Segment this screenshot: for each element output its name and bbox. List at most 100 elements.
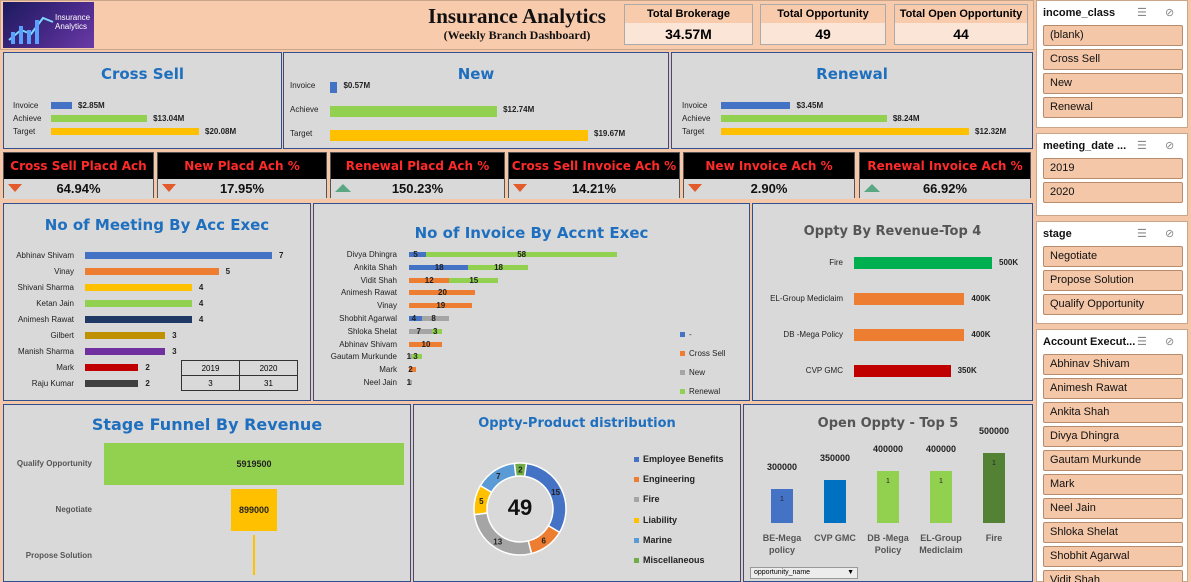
legend-item: Fire <box>634 494 660 504</box>
bar <box>854 365 951 377</box>
kpi-card: Cross Sell Invoice Ach % 14.21% <box>508 152 680 199</box>
bar-value: $19.67M <box>594 129 626 138</box>
slicer-item[interactable]: Ankita Shah <box>1043 402 1183 423</box>
segment-value: 15 <box>469 275 479 285</box>
slice-value: 6 <box>542 537 547 546</box>
slicer-item[interactable]: Gautam Murkunde <box>1043 450 1183 471</box>
funnel-panel: Stage Funnel By Revenue Qualify Opportun… <box>3 404 411 582</box>
slicer: stage ☰ ⊘ Negotiate Propose Solution Qualify … <box>1036 221 1188 324</box>
cross-sell-title: Cross Sell <box>100 65 185 83</box>
opportunity-name-filter[interactable]: opportunity_name ▼ <box>750 567 858 579</box>
legend-swatch <box>634 517 639 523</box>
kpi-value: 14.21% <box>509 179 679 199</box>
bar-value: 400K <box>971 330 991 339</box>
legend-label: Renewal <box>689 387 721 396</box>
invoices-panel: No of Invoice By Accnt Exec Divya Dhingr… <box>313 203 750 401</box>
bar <box>854 293 965 305</box>
slicer-item[interactable]: Propose Solution <box>1043 270 1183 291</box>
bar-label: DB -Mega Policy <box>783 330 843 339</box>
slicer-item[interactable]: 2019 <box>1043 158 1183 179</box>
year-cell: 2020 <box>239 360 298 376</box>
bar-value: $12.32M <box>975 127 1007 136</box>
bar-value: $0.57M <box>343 81 371 90</box>
slicer-item[interactable]: Renewal <box>1043 97 1183 118</box>
slicer-item[interactable]: 2020 <box>1043 182 1183 203</box>
legend-item: Liability <box>634 515 677 525</box>
bar-label: Target <box>13 127 36 136</box>
legend-swatch <box>634 457 639 462</box>
slicer-item[interactable]: Vidit Shah <box>1043 570 1183 582</box>
funnel-stage-label: Propose Solution <box>25 551 92 560</box>
card-label: Total Opportunity <box>761 5 885 23</box>
bar <box>854 329 965 341</box>
renewal-title: Renewal <box>816 65 888 83</box>
cross-sell-panel: Cross Sell Invoice $2.85M Achieve $13.04M Ta… <box>3 52 282 149</box>
slicer-item[interactable]: Abhinav Shivam <box>1043 354 1183 375</box>
top4-title: Oppty By Revenue-Top 4 <box>803 224 982 239</box>
multi-select-icon[interactable]: ☰ <box>1137 6 1147 19</box>
slicer-item[interactable]: Neel Jain <box>1043 498 1183 519</box>
bar <box>51 102 72 109</box>
slicer-item[interactable]: (blank) <box>1043 25 1183 46</box>
slice-value: 2 <box>518 466 523 475</box>
bar-count: 1 <box>780 496 784 503</box>
legend-item: - <box>680 330 692 339</box>
bar <box>721 115 887 122</box>
clear-filter-icon[interactable]: ⊘ <box>1165 139 1174 152</box>
bar <box>771 489 793 523</box>
slicer-title: income_class <box>1043 7 1116 19</box>
kpi-value: 64.94% <box>4 179 153 199</box>
slicer-item[interactable]: Qualify Opportunity <box>1043 294 1183 315</box>
bar-label: Ketan Jain <box>36 299 74 308</box>
clear-filter-icon[interactable]: ⊘ <box>1165 227 1174 240</box>
bar-value: $13.04M <box>153 114 185 123</box>
clear-filter-icon[interactable]: ⊘ <box>1165 335 1174 348</box>
bar <box>330 130 588 141</box>
bar-value: $20.08M <box>205 127 237 136</box>
segment-value: 2 <box>408 365 413 375</box>
slicer-item[interactable]: Cross Sell <box>1043 49 1183 70</box>
category-label: BE-Mega policy <box>762 533 802 555</box>
slicer-item[interactable]: Negotiate <box>1043 246 1183 267</box>
open-top5-panel: Open Oppty - Top 5 300000 1 BE-Mega policy… <box>743 404 1033 582</box>
segment-value: 3 <box>413 352 418 362</box>
slicer: meeting_date ... ☰ ⊘ 2019 2020 <box>1036 133 1188 216</box>
slicer-item[interactable]: Shobhit Agarwal <box>1043 546 1183 567</box>
legend-item: Renewal <box>680 387 720 396</box>
segment-value: 12 <box>424 275 434 285</box>
legend-label: - <box>689 330 692 339</box>
slicer-item[interactable]: Mark <box>1043 474 1183 495</box>
multi-select-icon[interactable]: ☰ <box>1137 139 1147 152</box>
bar-value: 4 <box>198 299 204 308</box>
bar <box>51 128 199 135</box>
multi-select-icon[interactable]: ☰ <box>1137 227 1147 240</box>
segment-value: 19 <box>436 301 446 311</box>
slicer-item[interactable]: Divya Dhingra <box>1043 426 1183 447</box>
page-title: Insurance Analytics <box>428 4 606 28</box>
legend-swatch <box>680 389 685 394</box>
bar-value: 350000 <box>819 453 851 463</box>
bar-label: Vidit Shah <box>360 275 397 285</box>
kpi-card: Renewal Invoice Ach % 66.92% <box>859 152 1031 199</box>
bar-value: 3 <box>172 331 177 340</box>
slicer: income_class ☰ ⊘ (blank) Cross Sell New Renewa… <box>1036 0 1188 128</box>
bar-value: 300000 <box>766 462 798 472</box>
segment-value: 5 <box>413 250 418 259</box>
slicer-item[interactable]: New <box>1043 73 1183 94</box>
bar <box>85 380 139 387</box>
trend-down-icon <box>688 184 702 192</box>
multi-select-icon[interactable]: ☰ <box>1137 335 1147 348</box>
slicer-item[interactable]: Animesh Rawat <box>1043 378 1183 399</box>
slicer-item[interactable]: Shloka Shelat <box>1043 522 1183 543</box>
bar-label: Shivani Sharma <box>17 283 74 292</box>
category-label: EL-Group Mediclaim <box>919 533 963 555</box>
kpi-value: 66.92% <box>860 179 1030 199</box>
meetings-panel: No of Meeting By Acc Exec Abhinav Shivam… <box>3 203 311 401</box>
category-label: CVP GMC <box>814 533 856 543</box>
total-brokerage-card: Total Brokerage 34.57M <box>624 4 753 45</box>
segment-value: 18 <box>494 262 503 272</box>
bar <box>85 348 166 355</box>
bar-value: 2 <box>145 363 150 372</box>
new-panel: New Invoice $0.57M Achieve $12.74M Target $19… <box>283 52 669 149</box>
clear-filter-icon[interactable]: ⊘ <box>1165 6 1174 19</box>
